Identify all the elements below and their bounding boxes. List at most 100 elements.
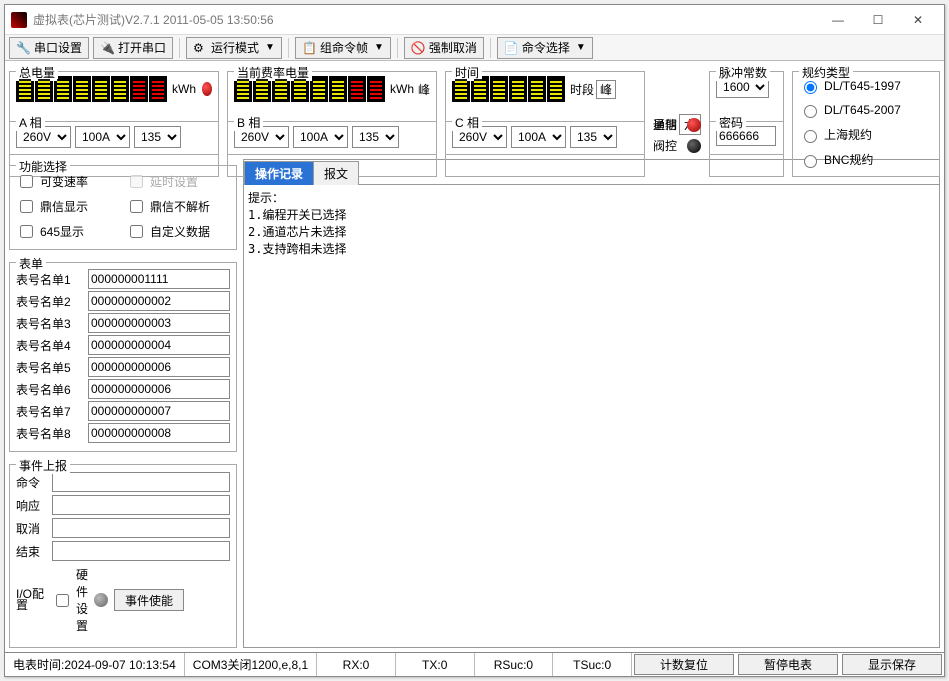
func-custom-data[interactable]: 自定义数据 [126,222,230,241]
meter-list-group: 表单 表号名单1 表号名单2 表号名单3 表号名单4 表号名单5 表号名单6 表… [9,262,237,452]
status-meter-time: 电表时间:2024-09-07 10:13:54 [5,653,185,676]
toolbar: 🔧串口设置 🔌打开串口 ⚙运行模式▼ 📋组命令帧▼ 🚫强制取消 📄命令选择▼ [5,35,944,61]
phase-b-angle[interactable]: 135 [352,126,399,148]
phase-c-label: C 相 [452,114,482,131]
main-area: 总电量 kWh 当前费率电量 kWh 峰 [5,61,944,652]
phase-a-label: A 相 [16,114,45,131]
minimize-button[interactable]: — [818,6,858,34]
meter-row-1: 表号名单1 [16,269,230,289]
meter-row-8: 表号名单8 [16,423,230,443]
event-report-label: 事件上报 [16,457,70,474]
kwh-label: kWh [172,82,196,96]
phase-a-angle[interactable]: 135 [134,126,181,148]
resp-input[interactable] [52,495,230,515]
cmd-input[interactable] [52,472,230,492]
protocol-option-2[interactable]: 上海规约 [799,126,933,143]
phase-c-current[interactable]: 100A [511,126,566,148]
comm-led-icon [687,118,701,132]
chevron-down-icon: ▼ [576,42,586,53]
func-select-group: 功能选择 可变速率 延时设置 鼎信显示 鼎信不解析 645显示 自定义数据 [9,165,237,250]
func-dingxin-noparse[interactable]: 鼎信不解析 [126,197,230,216]
kwh-label: kWh [390,82,414,96]
pause-meter-button[interactable]: 暂停电表 [738,654,838,675]
open-port-button[interactable]: 🔌打开串口 [93,37,173,59]
meter-input-4[interactable] [88,335,230,355]
comm-label: 通信 [653,116,677,133]
phase-c-angle[interactable]: 135 [570,126,617,148]
meter-input-5[interactable] [88,357,230,377]
chevron-down-icon: ▼ [374,42,384,53]
close-button[interactable]: ✕ [898,6,938,34]
tab-log[interactable]: 操作记录 [244,161,314,185]
end-label: 结束 [16,543,46,560]
phase-c-group: C 相 260V 100A 135 [445,121,645,155]
protocol-option-1[interactable]: DL/T645-2007 [799,102,933,118]
status-rsuc: RSuc:0 [475,653,554,676]
list-icon: 📄 [504,41,518,55]
statusbar: 电表时间:2024-09-07 10:13:54 COM3关闭1200,e,8,… [5,652,944,676]
hw-led-icon [94,593,108,607]
phase-a-group: A 相 260V 100A 135 [9,121,219,155]
valve-label: 阀控 [653,137,677,154]
pulse-label: 脉冲常数 [716,64,770,81]
status-rx: RX:0 [317,653,396,676]
port-settings-button[interactable]: 🔧串口设置 [9,37,89,59]
window-title: 虚拟表(芯片测试)V2.7.1 2011-05-05 13:50:56 [33,11,818,28]
phase-a-current[interactable]: 100A [75,126,130,148]
cmd-select-button[interactable]: 📄命令选择▼ [497,37,593,59]
period-label: 时段 [570,81,594,98]
end-input[interactable] [52,541,230,561]
group-cmd-button[interactable]: 📋组命令帧▼ [295,37,391,59]
tab-message[interactable]: 报文 [313,161,359,185]
reset-count-button[interactable]: 计数复位 [634,654,734,675]
meter-row-5: 表号名单5 [16,357,230,377]
save-display-button[interactable]: 显示保存 [842,654,942,675]
meter-input-2[interactable] [88,291,230,311]
rate-type-label: 峰 [418,81,430,98]
meter-row-2: 表号名单2 [16,291,230,311]
meter-row-3: 表号名单3 [16,313,230,333]
func-dingxin-display[interactable]: 鼎信显示 [16,197,120,216]
total-energy-lcd [16,76,168,102]
run-mode-button[interactable]: ⚙运行模式▼ [186,37,282,59]
protocol-option-3[interactable]: BNC规约 [799,151,933,168]
cancel-label: 取消 [16,520,46,537]
cmd-label: 命令 [16,474,46,491]
hw-setting-check[interactable]: 硬件设置 [52,566,82,634]
meter-input-3[interactable] [88,313,230,333]
event-report-group: 事件上报 命令 响应 取消 结束 I/O配置 硬件设置 事件使能 [9,464,237,648]
event-enable-button[interactable]: 事件使能 [114,589,184,611]
meter-input-7[interactable] [88,401,230,421]
phase-b-label: B 相 [234,114,263,131]
meter-row-7: 表号名单7 [16,401,230,421]
titlebar: 虚拟表(芯片测试)V2.7.1 2011-05-05 13:50:56 — ☐ … [5,5,944,35]
func-delay: 延时设置 [126,172,230,191]
io-config-label: I/O配置 [16,589,46,611]
gear-icon: ⚙ [193,41,207,55]
comm-status: 通信 阀控 [653,115,701,155]
func-select-label: 功能选择 [16,159,70,175]
protocol-label: 规约类型 [799,64,853,81]
phase-b-current[interactable]: 100A [293,126,348,148]
maximize-button[interactable]: ☐ [858,6,898,34]
phase-b-group: B 相 260V 100A 135 [227,121,437,155]
meter-input-8[interactable] [88,423,230,443]
app-icon [11,12,27,28]
frame-icon: 📋 [302,41,316,55]
chevron-down-icon: ▼ [265,42,275,53]
password-group: 密码 [709,121,784,155]
meter-list-label: 表单 [16,255,46,272]
meter-input-6[interactable] [88,379,230,399]
cancel-input[interactable] [52,518,230,538]
meter-row-4: 表号名单4 [16,335,230,355]
status-tsuc: TSuc:0 [553,653,632,676]
func-645-display[interactable]: 645显示 [16,222,120,241]
plug-icon: 🔌 [100,41,114,55]
protocol-group: 规约类型 DL/T645-1997 DL/T645-2007 上海规约 BNC规… [792,71,940,177]
app-window: 虚拟表(芯片测试)V2.7.1 2011-05-05 13:50:56 — ☐ … [4,4,945,677]
meter-input-1[interactable] [88,269,230,289]
log-textarea[interactable]: 提示： 1.编程开关已选择 2.通道芯片未选择 3.支持跨相未选择 [244,184,939,647]
force-cancel-button[interactable]: 🚫强制取消 [404,37,484,59]
valve-led-icon [687,139,701,153]
resp-label: 响应 [16,497,46,514]
